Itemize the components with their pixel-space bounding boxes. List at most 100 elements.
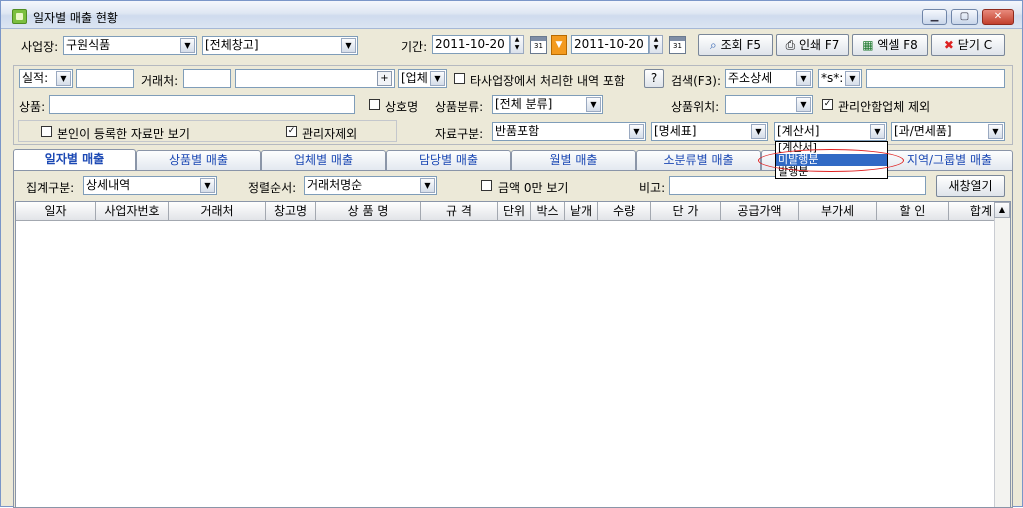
chevron-down-icon[interactable]: ▼	[796, 97, 811, 112]
trade-name-checkbox[interactable]	[369, 99, 380, 110]
actual-input[interactable]	[76, 69, 134, 88]
client-type-select[interactable]: [업체 ▼	[398, 69, 447, 88]
tab-product-sales[interactable]: 상품별 매출	[136, 150, 261, 170]
print-button-label: 인쇄 F7	[799, 38, 840, 52]
help-button[interactable]: ?	[644, 69, 664, 88]
client-add-button[interactable]: +	[377, 71, 392, 86]
date-from-input[interactable]: 2011-10-20	[432, 35, 510, 54]
category-select[interactable]: [전체 분류] ▼	[492, 95, 603, 114]
tab-subcategory-sales[interactable]: 소분류별 매출	[636, 150, 761, 170]
col-supply[interactable]: 공급가액	[721, 202, 799, 221]
col-client[interactable]: 거래처	[169, 202, 266, 221]
arrow-down-icon[interactable]: ▼	[551, 35, 567, 55]
chevron-down-icon[interactable]: ▼	[180, 38, 195, 53]
sort-select[interactable]: 거래처명순 ▼	[304, 176, 437, 195]
client-code-input[interactable]	[183, 69, 231, 88]
close-button[interactable]: ✖ 닫기 C	[931, 34, 1005, 56]
maximize-button[interactable]: ▢	[951, 9, 978, 25]
new-window-button[interactable]: 새창열기	[936, 175, 1005, 197]
vertical-scrollbar[interactable]	[994, 202, 1010, 507]
scroll-up-icon[interactable]: ▲	[994, 202, 1010, 218]
minimize-button[interactable]: ▁	[922, 9, 947, 25]
date-to-input[interactable]: 2011-10-20	[571, 35, 649, 54]
chevron-down-icon[interactable]: ▼	[420, 178, 435, 193]
close-button-label: 닫기 C	[957, 38, 993, 52]
client-name-input[interactable]	[235, 69, 395, 88]
chevron-down-icon[interactable]: ▼	[200, 178, 215, 193]
admin-exclude-checkbox[interactable]: ✓	[286, 126, 297, 137]
col-box[interactable]: 박스	[531, 202, 565, 221]
search-button-label: 조회 F5	[720, 38, 761, 52]
col-unit-price[interactable]: 단 가	[651, 202, 721, 221]
location-select[interactable]: ▼	[725, 95, 813, 114]
tab-daily-sales[interactable]: 일자별 매출	[13, 149, 136, 171]
own-only-checkbox[interactable]	[41, 126, 52, 137]
sort-value: 거래처명순	[307, 178, 363, 192]
chevron-down-icon[interactable]: ▼	[796, 71, 811, 86]
tax-select[interactable]: [과/면세품] ▼	[891, 122, 1005, 141]
other-biz-checkbox[interactable]	[454, 73, 465, 84]
highlight-annotation	[758, 149, 904, 172]
data-type-label: 자료구분:	[435, 127, 484, 141]
excel-icon: ▦	[862, 38, 874, 52]
calendar-icon[interactable]: 31	[669, 36, 686, 54]
printer-icon: ⎙	[785, 38, 796, 52]
category-value: [전체 분류]	[495, 97, 553, 111]
tab-monthly-sales[interactable]: 월별 매출	[511, 150, 636, 170]
category-label: 상품분류:	[435, 100, 484, 114]
period-label: 기간:	[401, 40, 428, 54]
actual-select[interactable]: 실적: ▼	[19, 69, 73, 88]
amount-zero-checkbox[interactable]	[481, 180, 492, 191]
statement-select[interactable]: [명세표] ▼	[651, 122, 768, 141]
col-piece[interactable]: 낱개	[565, 202, 598, 221]
search-button[interactable]: ⌕ 조회 F5	[698, 34, 773, 56]
chevron-down-icon[interactable]: ▼	[751, 124, 766, 139]
chevron-down-icon[interactable]: ▼	[586, 97, 601, 112]
col-unit[interactable]: 단위	[498, 202, 531, 221]
warehouse-select[interactable]: [전체창고] ▼	[202, 36, 358, 55]
col-warehouse[interactable]: 창고명	[266, 202, 316, 221]
calendar-icon[interactable]: 31	[530, 36, 547, 54]
chevron-down-icon[interactable]: ▼	[56, 71, 71, 86]
tab-region-group-sales[interactable]: 지역/그룹별 매출	[886, 150, 1013, 170]
warehouse-value: [전체창고]	[205, 38, 259, 52]
col-spec[interactable]: 규 격	[421, 202, 498, 221]
chevron-down-icon[interactable]: ▼	[629, 124, 644, 139]
col-vat[interactable]: 부가세	[799, 202, 877, 221]
product-input[interactable]	[49, 95, 355, 114]
date-to-spinner[interactable]: ▲ ▼	[649, 35, 663, 54]
date-from-spinner[interactable]: ▲ ▼	[510, 35, 524, 54]
col-date[interactable]: 일자	[16, 202, 96, 221]
search-type-select[interactable]: 주소상세 ▼	[725, 69, 813, 88]
group-label: 집계구분:	[26, 181, 75, 195]
excel-button-label: 엑셀 F8	[877, 38, 918, 52]
chevron-down-icon[interactable]: ▼	[430, 71, 445, 86]
tab-manager-sales[interactable]: 담당별 매출	[386, 150, 511, 170]
chevron-down-icon[interactable]: ▼	[870, 124, 885, 139]
exclude-unmanaged-checkbox[interactable]: ✓	[822, 99, 833, 110]
other-biz-label: 타사업장에서 처리한 내역 포함	[470, 74, 625, 88]
amount-zero-label: 금액 0만 보기	[498, 181, 569, 195]
print-button[interactable]: ⎙ 인쇄 F7	[776, 34, 849, 56]
invoice-select[interactable]: [계산서] ▼	[774, 122, 887, 141]
excel-button[interactable]: ▦ 엑셀 F8	[852, 34, 928, 56]
search-input[interactable]	[866, 69, 1005, 88]
tax-value: [과/면세품]	[894, 124, 952, 138]
chevron-down-icon[interactable]: ▼	[988, 124, 1003, 139]
data-grid[interactable]	[15, 201, 1011, 508]
wildcard-select[interactable]: *s*: ▼	[818, 69, 862, 88]
col-discount[interactable]: 할 인	[877, 202, 949, 221]
close-window-button[interactable]: ✕	[982, 9, 1014, 25]
col-product[interactable]: 상 품 명	[316, 202, 421, 221]
business-select[interactable]: 구원식품 ▼	[63, 36, 197, 55]
col-biz-no[interactable]: 사업자번호	[96, 202, 169, 221]
actual-label: 실적:	[22, 71, 49, 85]
col-total[interactable]: 합계	[949, 202, 995, 221]
tab-client-sales[interactable]: 업체별 매출	[261, 150, 386, 170]
chevron-down-icon[interactable]: ▼	[845, 71, 860, 86]
group-select[interactable]: 상세내역 ▼	[83, 176, 217, 195]
col-qty[interactable]: 수량	[598, 202, 651, 221]
chevron-down-icon[interactable]: ▼	[341, 38, 356, 53]
statement-value: [명세표]	[654, 124, 697, 138]
data-type-select[interactable]: 반품포함 ▼	[492, 122, 646, 141]
